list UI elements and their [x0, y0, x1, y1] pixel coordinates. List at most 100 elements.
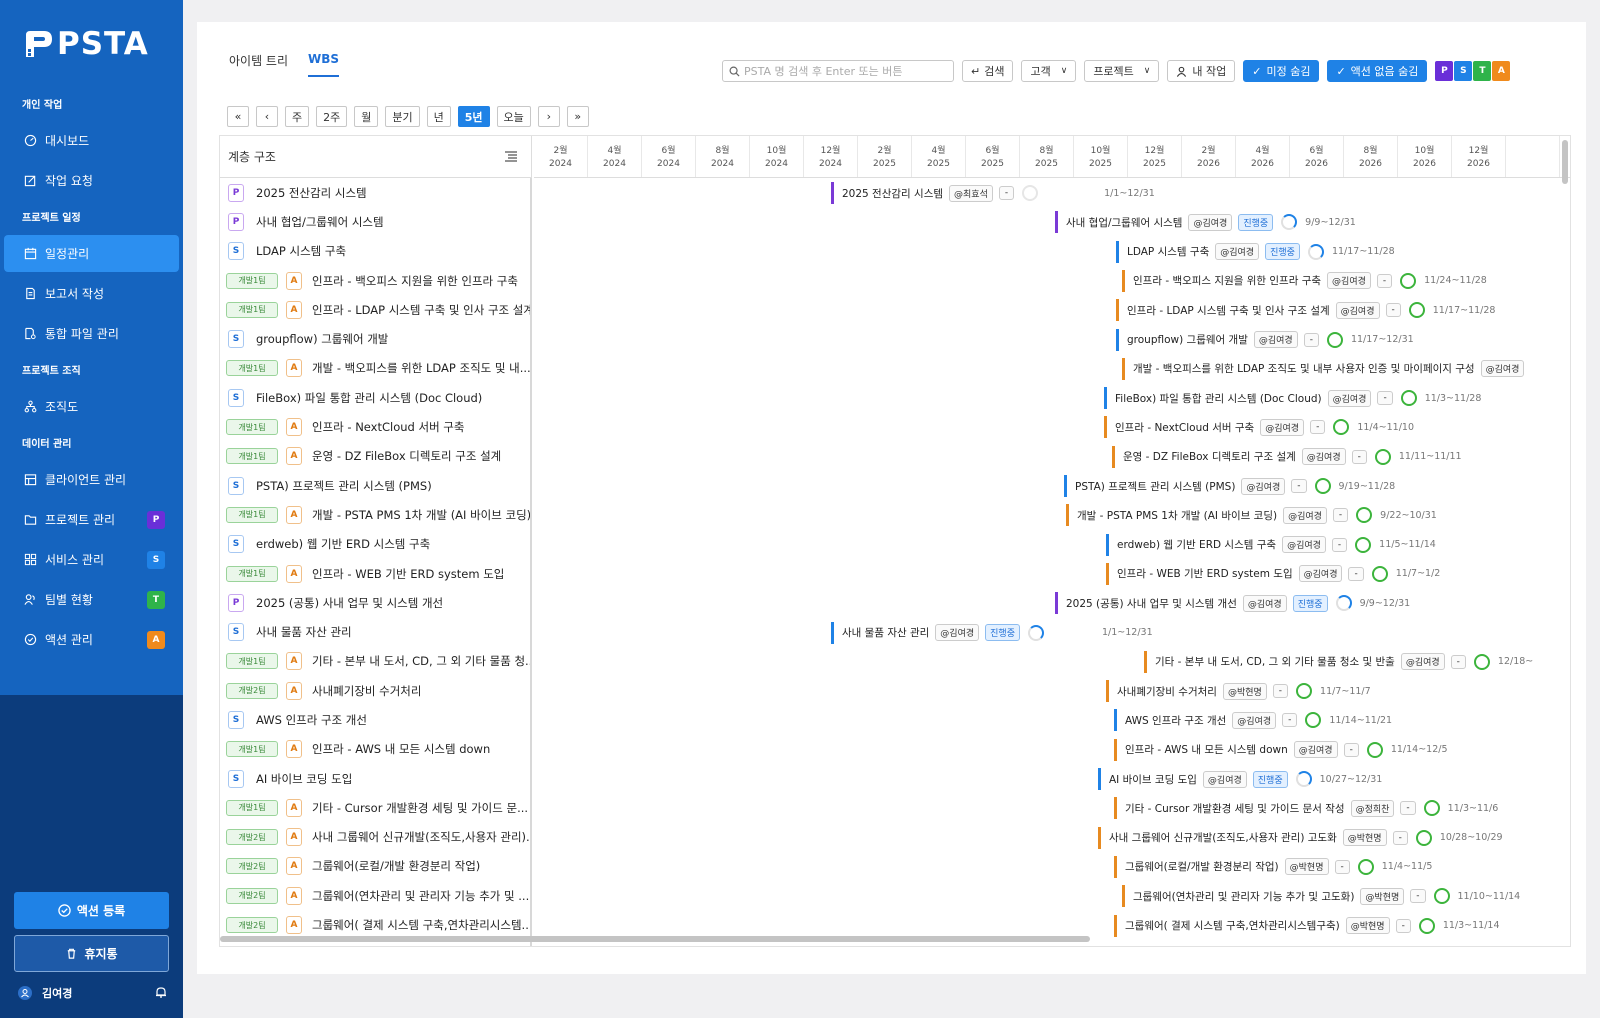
user-profile[interactable]: 김여경	[18, 977, 168, 1009]
gantt-bar[interactable]: FileBox) 파일 통합 관리 시스템 (Doc Cloud) @김여경 - 11…	[1104, 387, 1481, 410]
bell-icon[interactable]	[154, 985, 168, 999]
sidebar-item-1[interactable]: 클라이언트 관리	[4, 461, 179, 498]
client-select[interactable]: 고객 ∨	[1021, 60, 1077, 82]
gantt-bar[interactable]: 그룹웨어(연차관리 및 관리자 기능 추가 및 고도화) @박현명 - 11/10~1…	[1122, 885, 1520, 908]
tree-row[interactable]: 개발2팀 A 그룹웨어(연차관리 및 관리자 기능 추가 및 ...	[220, 881, 530, 910]
hide-unset-toggle[interactable]: ✓ 미정 숨김	[1243, 60, 1320, 82]
register-action-button[interactable]: 액션 등록	[14, 892, 169, 929]
hide-no-action-toggle[interactable]: ✓ 액션 없음 숨김	[1327, 60, 1428, 82]
sidebar-item-1[interactable]: 조직도	[4, 388, 179, 425]
gantt-bar[interactable]: 그룹웨어(로컬/개발 환경분리 작업) @박현명 - 11/4~11/5	[1114, 855, 1432, 878]
tab-item-tree[interactable]: 아이템 트리	[229, 52, 288, 77]
gantt-bar[interactable]: 사내 협업/그룹웨어 시스템 @김여경 진행중 9/9~12/31	[1055, 211, 1356, 234]
sidebar-item-4[interactable]: 팀별 현황 T	[4, 581, 179, 618]
type-tag-A: A	[286, 740, 302, 759]
gantt-bar[interactable]: AI 바이브 코딩 도입 @김여경 진행중 10/27~12/31	[1098, 768, 1382, 790]
tree-row[interactable]: 개발2팀 A 사내폐기장비 수거처리	[220, 676, 530, 705]
timeline-month: 12월 2024	[804, 136, 858, 177]
sidebar-item-5[interactable]: 액션 관리 A	[4, 621, 179, 658]
tree-row[interactable]: 개발1팀 A 인프라 - LDAP 시스템 구축 및 인사 구조 설계	[220, 295, 530, 324]
vertical-scrollbar[interactable]	[1560, 136, 1570, 196]
tree-row[interactable]: 개발1팀 A 인프라 - NextCloud 서버 구축	[220, 412, 530, 441]
search-field[interactable]	[722, 60, 954, 82]
scrollbar-thumb[interactable]	[1562, 140, 1568, 184]
sidebar-item-1[interactable]: 일정관리	[4, 235, 179, 272]
trash-button[interactable]: 휴지통	[14, 935, 169, 972]
tree-row[interactable]: S FileBox) 파일 통합 관리 시스템 (Doc Cloud)	[220, 383, 530, 412]
gantt-bar[interactable]: 기타 - Cursor 개발환경 세팅 및 가이드 문서 작성 @정희찬 - 11/3…	[1114, 797, 1498, 820]
gantt-bar[interactable]: 개발 - 백오피스를 위한 LDAP 조직도 및 내부 사용자 인증 및 마이페…	[1122, 357, 1525, 380]
type-filter-A[interactable]: A	[1492, 61, 1511, 81]
gantt-bar[interactable]: 사내 그룹웨어 신규개발(조직도,사용자 관리) 고도화 @박현명 - 10/28~1…	[1098, 826, 1503, 849]
gantt-bar[interactable]: 인프라 - WEB 기반 ERD system 도입 @김여경 - 11/7~1/2	[1106, 562, 1440, 585]
tree-row[interactable]: Serdweb) 웹 기반 ERD 시스템 구축	[220, 530, 530, 559]
tree-row[interactable]: 개발1팀 A 인프라 - AWS 내 모든 시스템 down	[220, 735, 530, 764]
gantt-bar[interactable]: 사내폐기장비 수거처리 @박현명 - 11/7~11/7	[1106, 680, 1371, 703]
tree-row[interactable]: S 사내 물품 자산 관리	[220, 617, 530, 646]
sidebar-item-3[interactable]: 통합 파일 관리	[4, 315, 179, 352]
tree-row[interactable]: Sgroupflow) 그룹웨어 개발	[220, 324, 530, 353]
gantt-bar[interactable]: erdweb) 웹 기반 ERD 시스템 구축 @김여경 - 11/5~11/14	[1106, 533, 1436, 556]
gantt-bar[interactable]: 사내 물품 자산 관리 @김여경 진행중 1/1~12/31	[831, 621, 1153, 644]
tree-row[interactable]: 개발1팀 A 운영 - DZ FileBox 디렉토리 구조 설계	[220, 442, 530, 471]
gantt-bar[interactable]: 2025 전산감리 시스템 @최효석 - 1/1~12/31	[831, 182, 1155, 204]
tree-row[interactable]: 개발1팀 A 개발 - PSTA PMS 1차 개발 (AI 바이브 코딩)	[220, 500, 530, 529]
tree-row[interactable]: P 2025 (공통) 사내 업무 및 시스템 개선	[220, 588, 530, 617]
type-filter-T[interactable]: T	[1473, 61, 1492, 81]
range-button-6[interactable]: 분기	[385, 106, 420, 127]
scrollbar-thumb[interactable]	[220, 936, 1090, 942]
gantt-bar[interactable]: LDAP 시스템 구축 @김여경 진행중 11/17~11/28	[1116, 240, 1395, 263]
tree-row[interactable]: P 사내 협업/그룹웨어 시스템	[220, 207, 530, 236]
search-button[interactable]: ↵ 검색	[962, 60, 1014, 82]
tree-row[interactable]: S AI 바이브 코딩 도입	[220, 764, 530, 793]
range-button-1[interactable]: «	[227, 106, 249, 127]
gantt-bar[interactable]: 인프라 - LDAP 시스템 구축 및 인사 구조 설계 @김여경 - 11/17~1…	[1116, 299, 1495, 322]
tree-row[interactable]: 개발2팀 A 그룹웨어(로컬/개발 환경분리 작업)	[220, 852, 530, 881]
sidebar-item-2[interactable]: 작업 요청	[4, 162, 179, 199]
range-button-10[interactable]: ›	[537, 106, 560, 127]
tree-row[interactable]: P 2025 전산감리 시스템	[220, 178, 530, 207]
tree-row[interactable]: S AWS 인프라 구조 개선	[220, 705, 530, 734]
gantt-bar[interactable]: 개발 - PSTA PMS 1차 개발 (AI 바이브 코딩) @김여경 - 9/22…	[1066, 504, 1437, 527]
range-button-2[interactable]: ‹	[256, 106, 278, 127]
horizontal-scrollbar[interactable]	[220, 934, 1570, 944]
tree-row[interactable]: 개발2팀 A 사내 그룹웨어 신규개발(조직도,사용자 관리)...	[220, 823, 530, 852]
gantt-bar[interactable]: 운영 - DZ FileBox 디렉토리 구조 설계 @김여경 - 11/11~11/…	[1112, 445, 1462, 468]
gantt-bar[interactable]: 인프라 - NextCloud 서버 구축 @김여경 - 11/4~11/10	[1104, 416, 1414, 439]
tree-row[interactable]: 개발1팀 A 개발 - 백오피스를 위한 LDAP 조직도 및 내...	[220, 354, 530, 383]
gantt-bar[interactable]: 2025 (공통) 사내 업무 및 시스템 개선 @김여경 진행중 9/9~12/31	[1055, 592, 1410, 615]
tab-wbs[interactable]: WBS	[308, 52, 340, 77]
my-work-button[interactable]: 내 작업	[1167, 60, 1236, 82]
range-button-4[interactable]: 2주	[316, 106, 348, 127]
logo[interactable]: PSTA	[0, 0, 183, 88]
sidebar-item-2[interactable]: 보고서 작성	[4, 275, 179, 312]
tree-row[interactable]: 개발1팀 A 기타 - 본부 내 도서, CD, 그 외 기타 물품 청...	[220, 647, 530, 676]
range-button-8[interactable]: 5년	[457, 106, 490, 127]
range-button-3[interactable]: 주	[285, 106, 310, 127]
gantt-bar[interactable]: 기타 - 본부 내 도서, CD, 그 외 기타 물품 청소 및 반출 @김여경 -…	[1144, 650, 1533, 673]
search-input[interactable]	[744, 64, 949, 78]
type-filter-P[interactable]: P	[1435, 61, 1454, 81]
range-button-9[interactable]: 오늘	[496, 106, 531, 127]
type-filter-S[interactable]: S	[1454, 61, 1473, 81]
tree-row[interactable]: S LDAP 시스템 구축	[220, 237, 530, 266]
sidebar-item-3[interactable]: 서비스 관리 S	[4, 541, 179, 578]
sidebar-item-2[interactable]: 프로젝트 관리 P	[4, 501, 179, 538]
gantt-bar[interactable]: 인프라 - 백오피스 지원을 위한 인프라 구축 @김여경 - 11/24~11/28	[1122, 269, 1487, 292]
gantt-bar[interactable]: groupflow) 그룹웨어 개발 @김여경 - 11/17~12/31	[1116, 328, 1414, 351]
project-select[interactable]: 프로젝트 ∨	[1084, 60, 1160, 82]
range-button-11[interactable]: »	[566, 106, 589, 127]
nav-section-title: 데이터 관리	[22, 439, 72, 450]
sidebar-item-1[interactable]: 대시보드	[4, 122, 179, 159]
range-button-5[interactable]: 월	[354, 106, 379, 127]
gantt-bar[interactable]: AWS 인프라 구조 개선 @김여경 - 11/14~11/21	[1114, 709, 1392, 732]
tree-row[interactable]: 개발1팀 A 인프라 - WEB 기반 ERD system 도입	[220, 559, 530, 588]
list-menu-icon[interactable]	[505, 151, 517, 162]
tree-row[interactable]: S PSTA) 프로젝트 관리 시스템 (PMS)	[220, 471, 530, 500]
tree-row[interactable]: 개발1팀 A 기타 - Cursor 개발환경 세팅 및 가이드 문...	[220, 793, 530, 822]
range-button-7[interactable]: 년	[426, 106, 451, 127]
project-select-label: 프로젝트	[1093, 65, 1134, 78]
tree-row[interactable]: 개발1팀 A 인프라 - 백오피스 지원을 위한 인프라 구축	[220, 266, 530, 295]
gantt-bar[interactable]: PSTA) 프로젝트 관리 시스템 (PMS) @김여경 - 9/19~11/28	[1064, 475, 1395, 497]
gantt-bar[interactable]: 인프라 - AWS 내 모든 시스템 down @김여경 - 11/14~12/5	[1114, 738, 1448, 761]
